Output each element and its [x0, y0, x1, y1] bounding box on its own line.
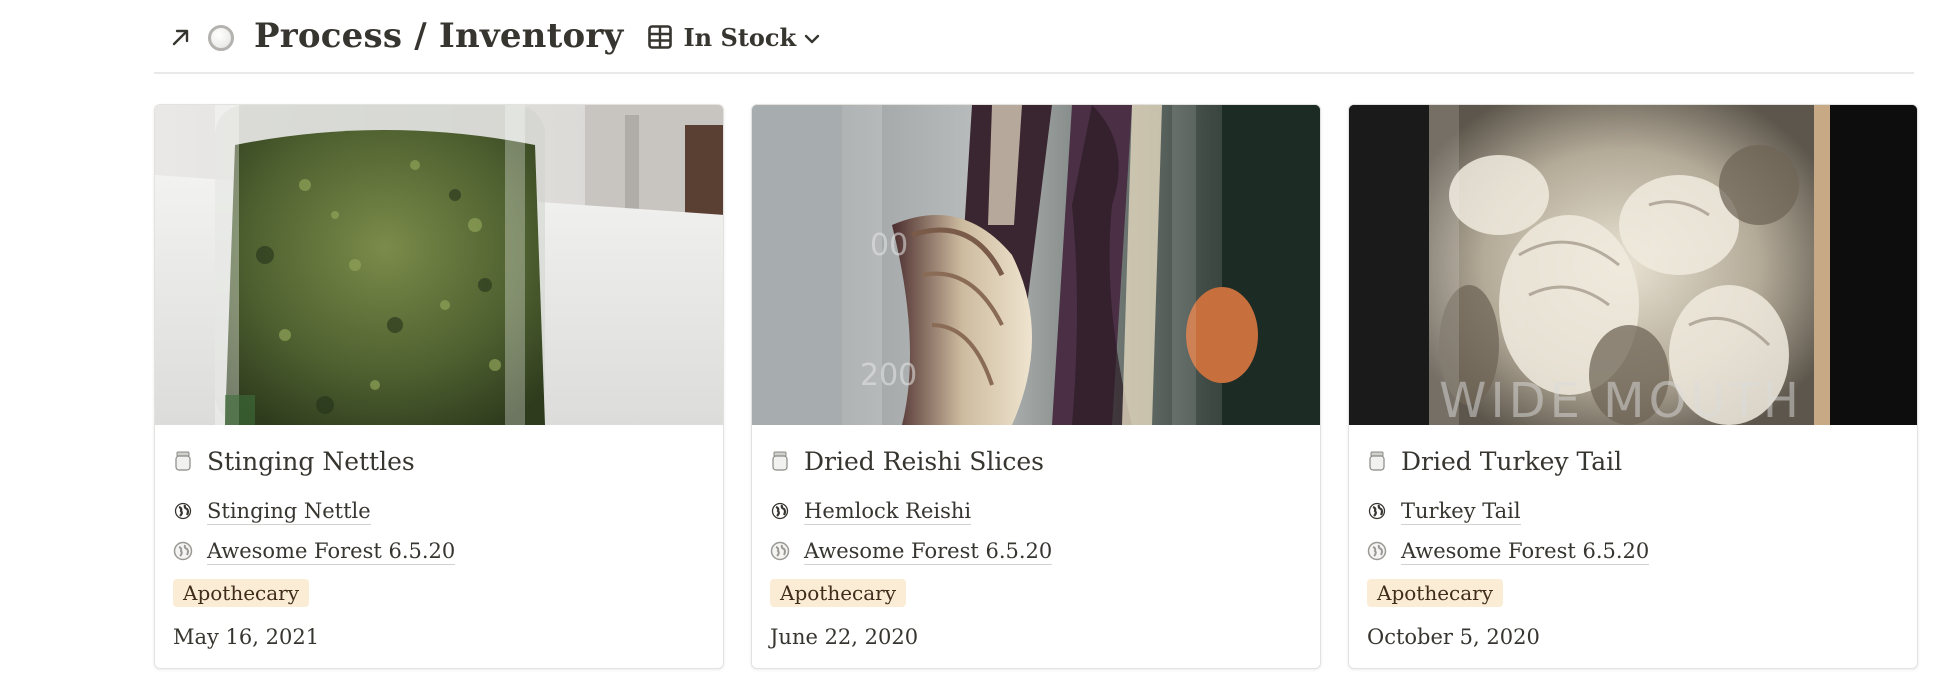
- source-link[interactable]: Awesome Forest 6.5.20: [1401, 538, 1650, 565]
- category-row: Apothecary: [1367, 573, 1899, 613]
- card-title: Stinging Nettles: [207, 446, 415, 476]
- svg-text:WIDE MOUTH: WIDE MOUTH: [1439, 373, 1803, 425]
- page-header: Process / Inventory In Stock: [154, 0, 1914, 74]
- jar-icon: [770, 449, 790, 473]
- view-switcher[interactable]: In Stock: [647, 23, 820, 52]
- card-cover-image: WIDE MOUTH: [1349, 105, 1917, 425]
- category-row: Apothecary: [770, 573, 1302, 613]
- page-title: Process / Inventory: [254, 16, 624, 56]
- globe-icon: [173, 501, 193, 521]
- open-as-page-arrow-icon[interactable]: [166, 22, 196, 52]
- svg-text:200: 200: [860, 358, 917, 393]
- chevron-down-icon: [804, 30, 820, 49]
- page-circle-icon: [208, 25, 234, 51]
- card-date: May 16, 2021: [173, 625, 320, 649]
- gallery-card-dried-reishi-slices[interactable]: 00 200 Dried Reishi Slices Hemlock Reish…: [751, 104, 1321, 669]
- card-cover-image: 00 200: [752, 105, 1320, 425]
- source-relation[interactable]: Awesome Forest 6.5.20: [173, 531, 705, 571]
- card-title-row: Dried Reishi Slices: [770, 441, 1302, 481]
- jar-icon: [173, 449, 193, 473]
- category-tag: Apothecary: [770, 579, 907, 607]
- category-tag: Apothecary: [173, 579, 310, 607]
- category-row: Apothecary: [173, 573, 705, 613]
- gallery-card-stinging-nettles[interactable]: Stinging Nettles Stinging Nettle Awesome…: [154, 104, 724, 669]
- gallery-view-icon: [647, 24, 673, 50]
- view-label: In Stock: [683, 22, 797, 52]
- gallery-grid: Stinging Nettles Stinging Nettle Awesome…: [154, 104, 1918, 669]
- card-date: June 22, 2020: [770, 625, 919, 649]
- species-link[interactable]: Hemlock Reishi: [804, 498, 972, 525]
- card-title-row: Stinging Nettles: [173, 441, 705, 481]
- card-title-row: Dried Turkey Tail: [1367, 441, 1899, 481]
- svg-text:00: 00: [870, 228, 908, 263]
- species-link[interactable]: Turkey Tail: [1401, 498, 1521, 525]
- category-tag: Apothecary: [1367, 579, 1504, 607]
- card-title: Dried Turkey Tail: [1401, 446, 1623, 476]
- date-row: June 22, 2020: [770, 615, 1302, 659]
- source-relation[interactable]: Awesome Forest 6.5.20: [770, 531, 1302, 571]
- species-relation[interactable]: Turkey Tail: [1367, 491, 1899, 531]
- date-row: May 16, 2021: [173, 615, 705, 659]
- date-row: October 5, 2020: [1367, 615, 1899, 659]
- globe-icon: [770, 501, 790, 521]
- card-cover-image: [155, 105, 723, 425]
- source-link[interactable]: Awesome Forest 6.5.20: [207, 538, 456, 565]
- source-relation[interactable]: Awesome Forest 6.5.20: [1367, 531, 1899, 571]
- species-link[interactable]: Stinging Nettle: [207, 498, 371, 525]
- card-date: October 5, 2020: [1367, 625, 1540, 649]
- globe-grey-icon: [173, 541, 193, 561]
- card-title: Dried Reishi Slices: [804, 446, 1044, 476]
- source-link[interactable]: Awesome Forest 6.5.20: [804, 538, 1053, 565]
- gallery-card-dried-turkey-tail[interactable]: WIDE MOUTH Dried Turkey Tail Turkey Tail: [1348, 104, 1918, 669]
- species-relation[interactable]: Stinging Nettle: [173, 491, 705, 531]
- species-relation[interactable]: Hemlock Reishi: [770, 491, 1302, 531]
- globe-grey-icon: [1367, 541, 1387, 561]
- globe-icon: [1367, 501, 1387, 521]
- jar-icon: [1367, 449, 1387, 473]
- globe-grey-icon: [770, 541, 790, 561]
